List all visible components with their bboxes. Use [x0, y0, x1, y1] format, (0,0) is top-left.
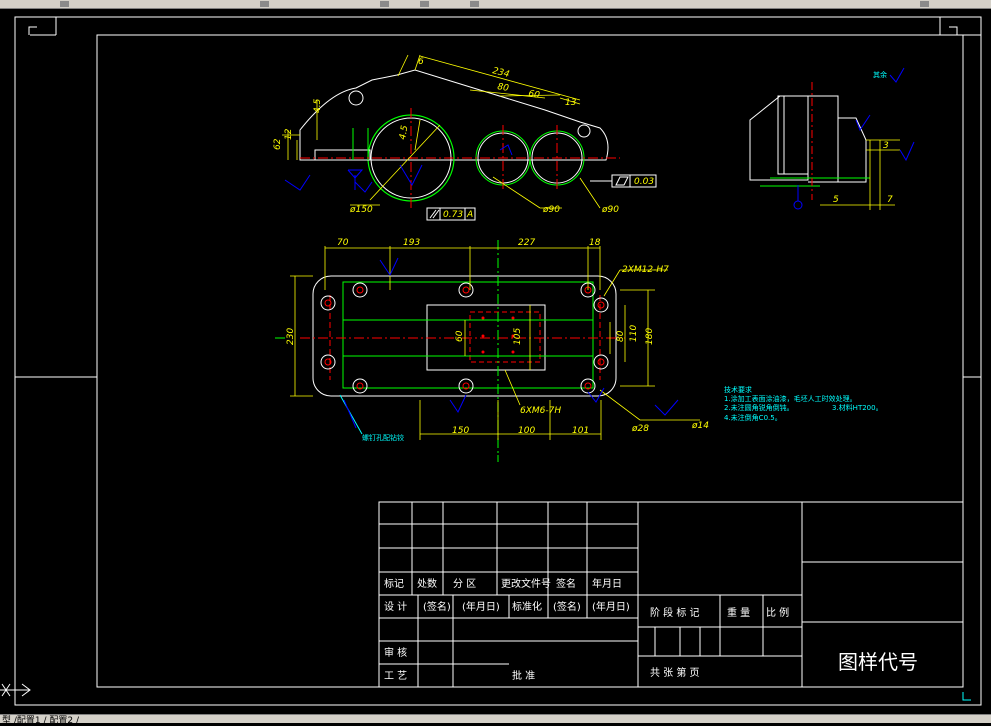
dim-4-5-right: 4.5 — [398, 124, 410, 140]
toolbar-button[interactable] — [420, 1, 429, 7]
tb-process: 工 艺 — [384, 670, 407, 682]
dim-234: 234 — [491, 66, 510, 80]
tb-review: 审 核 — [384, 646, 407, 659]
dim-230: 230 — [286, 328, 296, 345]
toolbar-button[interactable] — [60, 1, 69, 7]
dim-60: 60 — [455, 330, 465, 342]
dim-60: 60 — [527, 89, 540, 101]
layout-tabs[interactable]: 型 /配置1 / 配置2 / — [2, 713, 79, 726]
tb-weight: 重 量 — [727, 606, 750, 619]
tolerance-datum: A — [466, 210, 473, 220]
dim-105: 105 — [513, 328, 523, 345]
dim-100: 100 — [518, 426, 535, 436]
tb-zone: 分 区 — [453, 578, 476, 590]
dim-150: 150 — [452, 426, 469, 436]
note-holes: 螺钉孔配钻铰 — [362, 433, 404, 442]
toolbar-button[interactable] — [380, 1, 389, 7]
toolbar-button[interactable] — [920, 1, 929, 7]
dim-phi90-a: ø90 — [542, 205, 560, 215]
dim-227: 227 — [518, 238, 535, 248]
toolbar-button[interactable] — [470, 1, 479, 7]
title-block-text: 标记 处数 分 区 更改文件号 签名 年月日 设 计 (签名) (年月日) 标准… — [384, 577, 918, 682]
toolbar-button[interactable] — [260, 1, 269, 7]
dim-13: 13 — [565, 98, 577, 108]
dim-6: 6 — [418, 57, 424, 67]
dim-phi28: ø28 — [631, 424, 649, 434]
drawing-code: 图样代号 — [838, 650, 918, 674]
tb-design: 设 计 — [384, 600, 407, 613]
notes-line-4: 4.未注倒角C0.5。 — [724, 413, 782, 422]
dim-101: 101 — [572, 426, 589, 436]
dim-110: 110 — [629, 325, 639, 342]
note-2xm12: 2XM12-H7 — [622, 265, 669, 275]
roughness-other-label: 其余 — [873, 70, 887, 79]
dim-phi90-b: ø90 — [601, 205, 619, 215]
dim-7: 7 — [887, 195, 893, 205]
dim-12: 12 — [284, 128, 294, 140]
dim-phi150: ø150 — [349, 205, 373, 215]
notes-line-1: 1.涂加工表面涂油漆，毛坯人工时效处理。 — [724, 394, 857, 403]
notes-title: 技术要求 — [724, 385, 752, 394]
notes-line-2: 2.未注圆角锐角倒钝。 — [724, 403, 794, 412]
note-6xm6: 6XM6-7H — [520, 406, 561, 416]
tb-scale: 比 例 — [766, 606, 789, 619]
tb-date-1: (年月日) — [462, 600, 500, 613]
tb-date-2: (年月日) — [592, 600, 630, 613]
tb-date: 年月日 — [592, 577, 622, 590]
tb-mark: 标记 — [384, 578, 404, 590]
drawing-canvas[interactable]: 6 234 80 60 13 4.5 12 62 4.5 ø150 ø90 ø9… — [0, 8, 991, 714]
plan-view: 70 193 227 18 230 105 60 80 110 180 150 … — [275, 238, 709, 462]
notes-line-3: 3.材料HT200。 — [832, 403, 883, 412]
dim-phi14: ø14 — [691, 421, 709, 431]
dim-4-5-left: 4.5 — [313, 98, 323, 113]
tb-sign-1: (签名) — [423, 600, 451, 613]
dim-18: 18 — [589, 238, 601, 248]
tb-sheets: 共 张 第 页 — [650, 666, 700, 679]
tolerance-value: 0.73 — [443, 210, 463, 220]
top-view: 6 234 80 60 13 4.5 12 62 4.5 ø150 ø90 ø9… — [273, 54, 657, 221]
dim-193: 193 — [403, 238, 420, 248]
tolerance-frame-parallel: 0.73 A — [426, 207, 476, 221]
tolerance-flat-value: 0.03 — [634, 177, 654, 187]
tb-sign: 签名 — [556, 577, 576, 590]
tb-approve: 批 准 — [512, 669, 535, 682]
tb-change-doc: 更改文件号 — [501, 577, 551, 590]
dim-62: 62 — [273, 138, 283, 150]
dim-5: 5 — [833, 195, 839, 205]
tb-count: 处数 — [417, 577, 437, 590]
dim-80: 80 — [496, 82, 509, 94]
dim-80: 80 — [616, 330, 626, 342]
technical-notes: 技术要求 1.涂加工表面涂油漆，毛坯人工时效处理。 2.未注圆角锐角倒钝。 3.… — [724, 385, 883, 422]
tb-sign-2: (签名) — [553, 600, 581, 613]
dim-70: 70 — [337, 238, 349, 248]
dim-3: 3 — [883, 141, 889, 151]
tb-standard: 标准化 — [512, 600, 542, 613]
tolerance-frame-flatness: 0.03 — [590, 174, 657, 188]
tb-stage-mark: 阶 段 标 记 — [650, 606, 700, 619]
dim-180: 180 — [645, 328, 655, 345]
side-view: 3 5 7 其余 — [749, 67, 915, 210]
